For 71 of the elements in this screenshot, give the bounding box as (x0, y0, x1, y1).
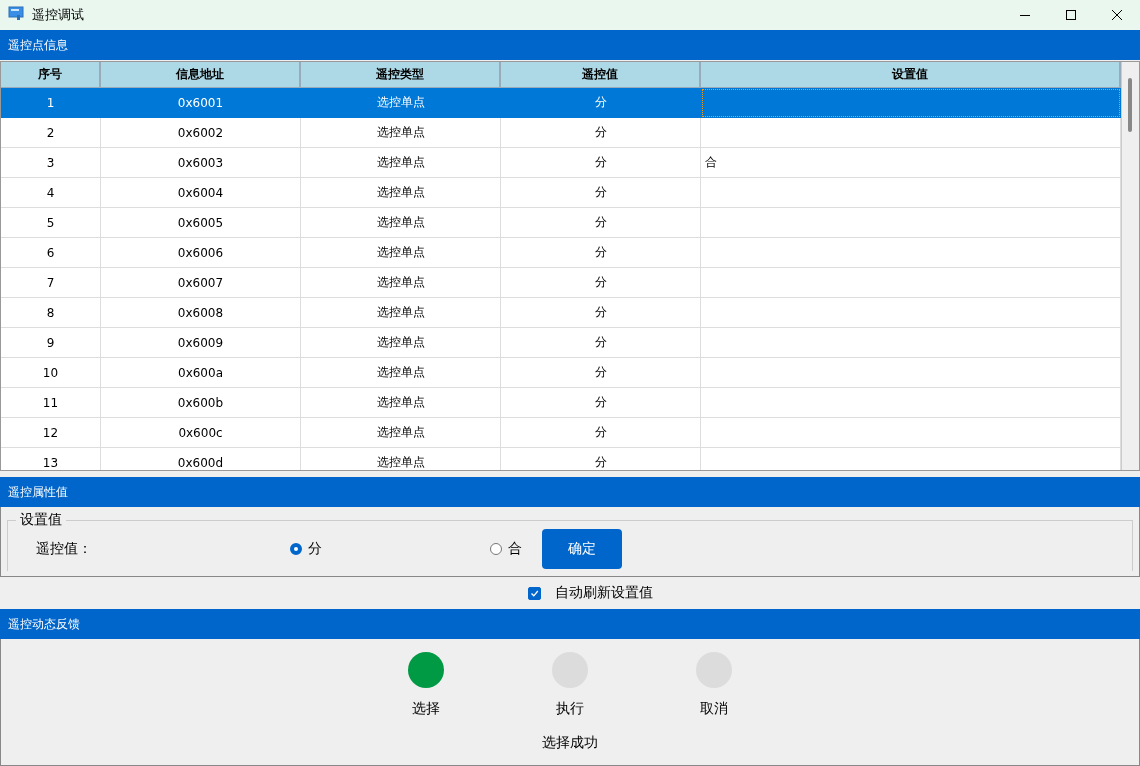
field-label: 遥控值： (36, 540, 93, 558)
step-label: 选择 (412, 700, 440, 718)
radio-option[interactable]: 分 (290, 540, 490, 558)
table-cell: 分 (501, 148, 701, 178)
table-cell: 0x6001 (101, 88, 301, 118)
table-cell: 0x6006 (101, 238, 301, 268)
table-cell: 8 (1, 298, 101, 328)
auto-refresh-checkbox[interactable]: 自动刷新设置值 (527, 584, 653, 602)
table-cell: 分 (501, 88, 701, 118)
table-cell: 1 (1, 88, 101, 118)
step-label: 执行 (556, 700, 584, 718)
table-cell: 选控单点 (301, 358, 501, 388)
table-cell: 分 (501, 118, 701, 148)
table-cell: 12 (1, 418, 101, 448)
table-cell: 7 (1, 268, 101, 298)
table-cell: 分 (501, 298, 701, 328)
table-cell: 2 (1, 118, 101, 148)
table-cell: 6 (1, 238, 101, 268)
table-cell: 选控单点 (301, 238, 501, 268)
table-cell: 分 (501, 328, 701, 358)
table-cell: 0x600c (101, 418, 301, 448)
table-cell: 0x6008 (101, 298, 301, 328)
table-cell: 3 (1, 148, 101, 178)
status-message: 选择成功 (542, 734, 598, 752)
step-label: 取消 (700, 700, 728, 718)
table-cell: 选控单点 (301, 418, 501, 448)
column-header[interactable]: 遥控类型 (301, 62, 501, 88)
section-title: 遥控动态反馈 (8, 615, 80, 633)
table-cell: 选控单点 (301, 268, 501, 298)
column-header[interactable]: 设置值 (701, 62, 1121, 88)
table-cell: 选控单点 (301, 208, 501, 238)
table-cell: 11 (1, 388, 101, 418)
table-cell: 10 (1, 358, 101, 388)
table-cell: 选控单点 (301, 148, 501, 178)
table-cell: 分 (501, 388, 701, 418)
table-cell: 选控单点 (301, 118, 501, 148)
column-header[interactable]: 序号 (1, 62, 101, 88)
table-cell: 分 (501, 238, 701, 268)
table-cell: 选控单点 (301, 298, 501, 328)
section-title: 遥控属性值 (8, 483, 68, 501)
table-cell: 0x600b (101, 388, 301, 418)
table-cell: 分 (501, 178, 701, 208)
table-cell: 0x600a (101, 358, 301, 388)
scrollbar-thumb[interactable] (1128, 78, 1132, 132)
table-cell: 0x6002 (101, 118, 301, 148)
section-title: 遥控点信息 (8, 36, 68, 54)
table-cell: 选控单点 (301, 178, 501, 208)
table-cell: 9 (1, 328, 101, 358)
table-cell: 分 (501, 358, 701, 388)
maximize-icon (1065, 9, 1077, 21)
table-cell: 分 (501, 208, 701, 238)
radio-option[interactable]: 合 (490, 540, 522, 558)
table-cell: 选控单点 (301, 88, 501, 118)
table-cell: 合 (701, 148, 1121, 178)
table-cell: 0x6005 (101, 208, 301, 238)
column-header[interactable]: 遥控值 (501, 62, 701, 88)
table-cell: 分 (501, 418, 701, 448)
close-icon (1111, 9, 1123, 21)
table-cell: 5 (1, 208, 101, 238)
table-cell: 选控单点 (301, 388, 501, 418)
table-cell: 分 (501, 268, 701, 298)
confirm-button[interactable]: 确定 (542, 529, 622, 569)
table-cell: 0x6003 (101, 148, 301, 178)
table-cell: 0x6009 (101, 328, 301, 358)
window-title: 遥控调试 (32, 6, 85, 24)
table-cell: 0x6007 (101, 268, 301, 298)
table-cell: 4 (1, 178, 101, 208)
group-title: 设置值 (19, 511, 63, 529)
column-header[interactable]: 信息地址 (101, 62, 301, 88)
table-cell: 选控单点 (301, 328, 501, 358)
table-cell: 0x6004 (101, 178, 301, 208)
